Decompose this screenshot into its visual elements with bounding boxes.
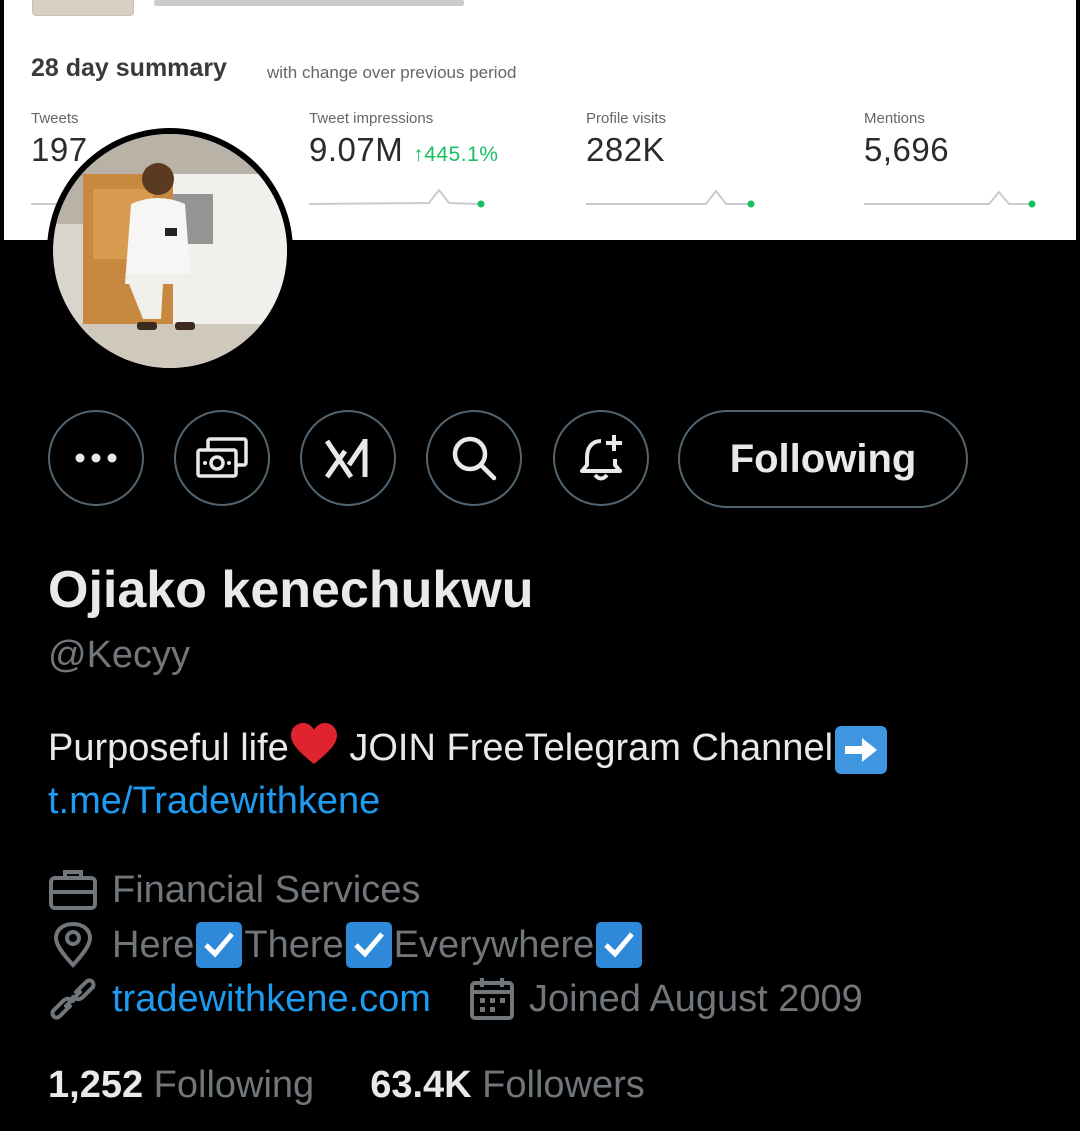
- sparkline-impressions: [309, 188, 485, 208]
- followers-count: 63.4K: [370, 1064, 472, 1106]
- arrow-up-icon: ↑: [413, 143, 425, 166]
- sparkline-profile-visits: [586, 189, 755, 208]
- bio-telegram-link[interactable]: t.me/Tradewithkene: [48, 780, 380, 823]
- profile-name: Ojiako kenechukwu: [48, 561, 534, 619]
- tip-button[interactable]: [174, 410, 270, 506]
- cropped-thumbnail: [32, 0, 134, 16]
- metric-value-text: 9.07M: [309, 131, 404, 168]
- summary-title: 28 day summary: [31, 54, 227, 82]
- followers-label: Followers: [482, 1064, 645, 1106]
- bio-text: Purposeful life: [48, 727, 289, 769]
- metric-change-value: 445.1%: [424, 143, 499, 166]
- following-button[interactable]: Following: [678, 410, 968, 508]
- search-icon: [452, 436, 497, 481]
- metric-tweet-impressions: Tweet impressions 9.07M ↑445.1%: [309, 110, 498, 169]
- profile-handle: @Kecyy: [48, 634, 191, 676]
- sparkline-mentions: [864, 190, 1036, 208]
- location-part: There: [244, 923, 344, 966]
- notifications-button[interactable]: [553, 410, 649, 506]
- profile-category: Financial Services: [48, 868, 420, 912]
- check-mark-icon: [596, 922, 643, 968]
- red-heart-icon: [290, 723, 337, 764]
- avatar-photo: [53, 134, 287, 368]
- check-mark-icon: [196, 922, 243, 968]
- location-pin-icon: [53, 922, 93, 968]
- calendar-icon: [469, 978, 514, 1020]
- joined-date: Joined August 2009: [528, 977, 863, 1020]
- followers-stat[interactable]: 63.4K Followers: [370, 1064, 645, 1106]
- bell-plus-icon: [580, 435, 622, 481]
- bio-text-2: JOIN FreeTelegram Channel: [338, 727, 834, 769]
- metric-change: ↑445.1%: [413, 143, 498, 166]
- follow-stats: 1,252 Following 63.4K Followers: [48, 1064, 645, 1107]
- metric-tweets: Tweets 197: [31, 110, 88, 169]
- profile-avatar[interactable]: [47, 128, 293, 374]
- profile-website-joined: tradewithkene.com Joined August 2009: [48, 976, 863, 1022]
- briefcase-icon: [49, 870, 97, 910]
- more-horizontal-icon: [75, 453, 117, 463]
- metric-label: Profile visits: [586, 110, 667, 127]
- metric-label: Tweets: [31, 110, 79, 127]
- metric-label: Tweet impressions: [309, 110, 434, 127]
- money-icon: [196, 437, 248, 478]
- metric-mentions: Mentions 5,696: [864, 110, 949, 169]
- cropped-text-line: [154, 0, 464, 6]
- link-icon: [50, 978, 96, 1020]
- following-stat[interactable]: 1,252 Following: [48, 1064, 314, 1106]
- check-mark-icon: [345, 922, 392, 968]
- metric-value: 9.07M ↑445.1%: [309, 131, 498, 169]
- right-arrow-icon: [835, 725, 888, 774]
- search-button[interactable]: [426, 410, 522, 506]
- metric-value: 282K: [586, 131, 666, 168]
- metric-value: 5,696: [864, 131, 950, 168]
- more-button[interactable]: [48, 410, 144, 506]
- website-link[interactable]: tradewithkene.com: [112, 978, 431, 1021]
- following-count: 1,252: [48, 1064, 144, 1106]
- profile-bio: Purposeful life JOIN FreeTelegram Channe…: [48, 722, 888, 774]
- metric-profile-visits: Profile visits 282K: [586, 110, 666, 169]
- following-label: Following: [153, 1064, 315, 1106]
- summary-subtitle: with change over previous period: [267, 63, 517, 82]
- profile-location: Here There Everywhere: [48, 922, 644, 968]
- location-part: Here: [112, 923, 195, 966]
- grok-button[interactable]: [300, 410, 396, 506]
- metric-label: Mentions: [864, 110, 925, 127]
- category-text: Financial Services: [112, 868, 421, 911]
- grok-icon: [325, 439, 368, 479]
- metric-value: 197: [31, 131, 88, 168]
- location-part: Everywhere: [393, 923, 595, 966]
